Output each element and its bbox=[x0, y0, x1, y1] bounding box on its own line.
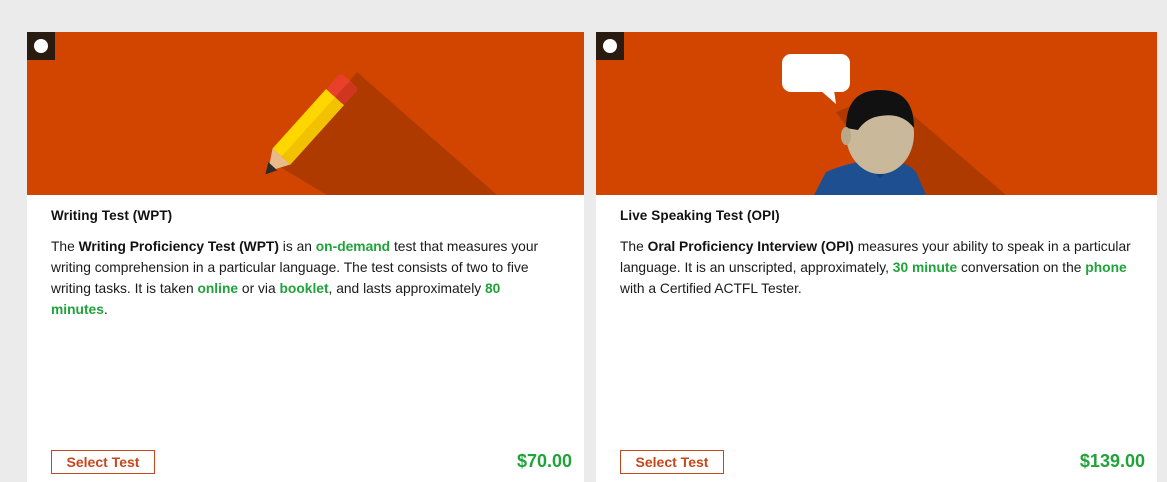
card-select-toggle[interactable] bbox=[596, 32, 624, 60]
card-title: Live Speaking Test (OPI) bbox=[620, 208, 780, 223]
price-label: $139.00 bbox=[1079, 451, 1145, 471]
test-card-writing: Writing Test (WPT) The Writing Proficien… bbox=[27, 32, 584, 482]
card-title: Writing Test (WPT) bbox=[51, 208, 173, 223]
card-description: The Oral Proficiency Interview (OPI) mea… bbox=[620, 239, 1131, 296]
writing-hero-banner bbox=[27, 32, 584, 195]
test-card-speaking: Live Speaking Test (OPI) The Oral Profic… bbox=[596, 32, 1157, 482]
select-test-button[interactable]: Select Test bbox=[620, 450, 724, 474]
card-description: The Writing Proficiency Test (WPT) is an… bbox=[51, 239, 539, 317]
speaker-person-icon bbox=[782, 54, 1006, 195]
select-test-button[interactable]: Select Test bbox=[51, 450, 155, 474]
pencil-icon bbox=[265, 72, 497, 195]
card-select-toggle[interactable] bbox=[27, 32, 55, 60]
speaking-hero-banner bbox=[596, 32, 1157, 195]
price-label: $70.00 bbox=[516, 451, 572, 471]
